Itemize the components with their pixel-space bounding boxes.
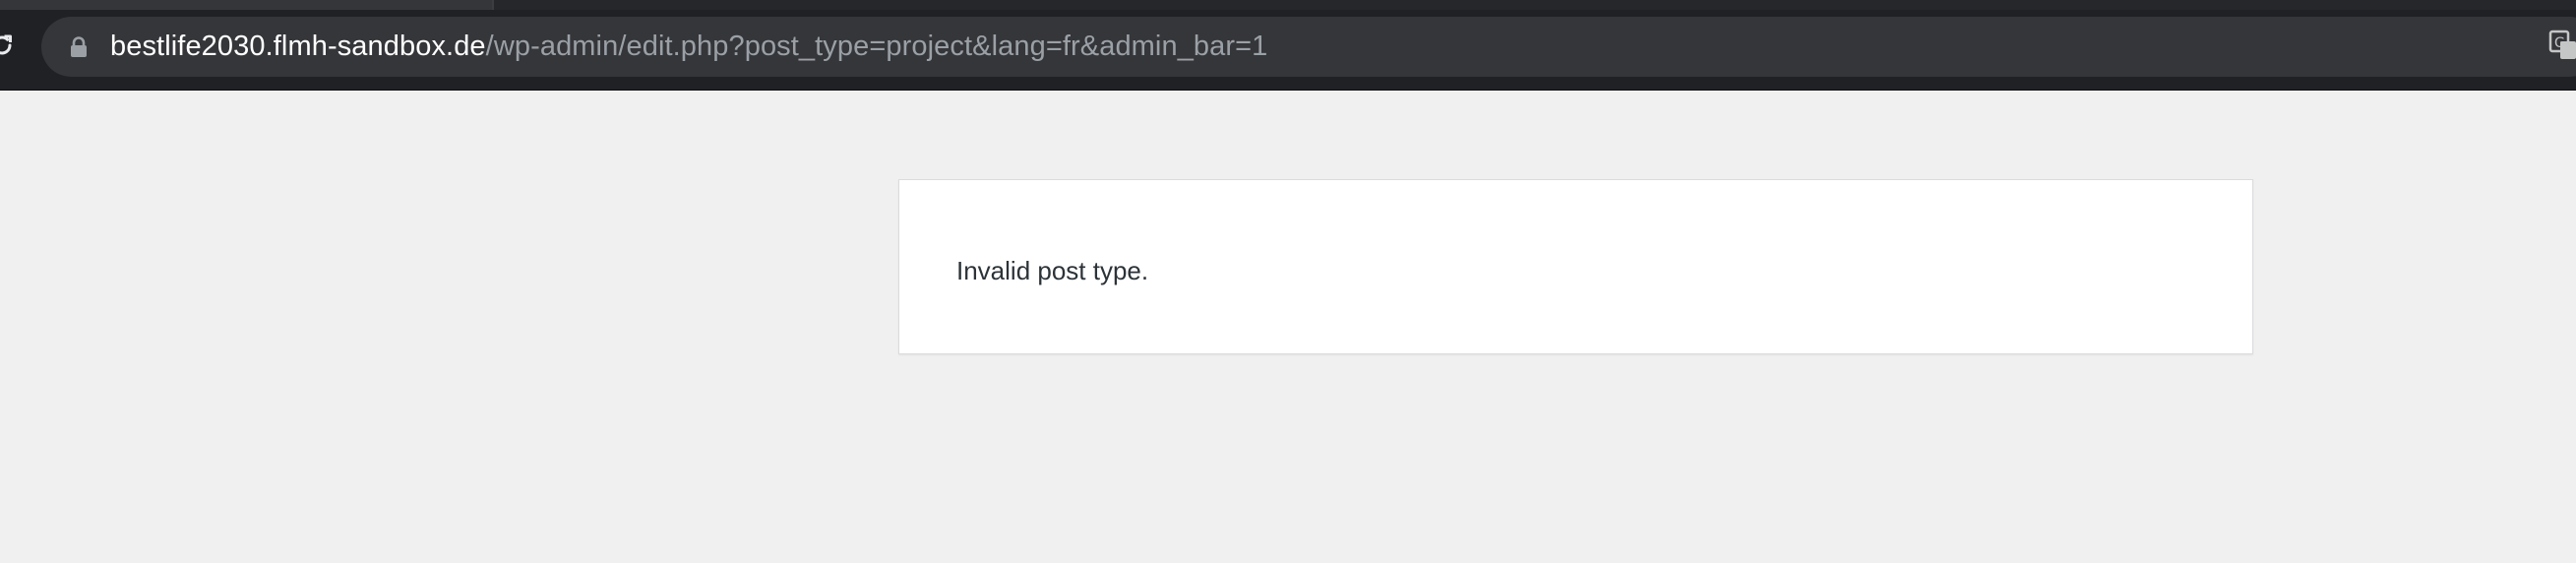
tab-strip-background: [492, 0, 2576, 10]
url-path: /wp-admin/edit.php?post_type=project&lan…: [485, 31, 1268, 62]
active-tab-edge[interactable]: [0, 0, 492, 10]
lock-icon[interactable]: [69, 36, 89, 58]
error-box: Invalid post type.: [898, 179, 2253, 354]
browser-toolbar: bestlife2030.flmh-sandbox.de/wp-admin/ed…: [0, 0, 2576, 91]
url-host: bestlife2030.flmh-sandbox.de: [110, 31, 486, 62]
reload-icon: [0, 34, 12, 55]
translate-extension-icon[interactable]: G: [2548, 29, 2576, 62]
reload-button[interactable]: [0, 30, 18, 61]
url-text[interactable]: bestlife2030.flmh-sandbox.de/wp-admin/ed…: [110, 17, 1267, 77]
address-bar[interactable]: bestlife2030.flmh-sandbox.de/wp-admin/ed…: [41, 17, 2576, 77]
tab-strip: [0, 0, 2576, 10]
error-message: Invalid post type.: [956, 256, 1149, 285]
